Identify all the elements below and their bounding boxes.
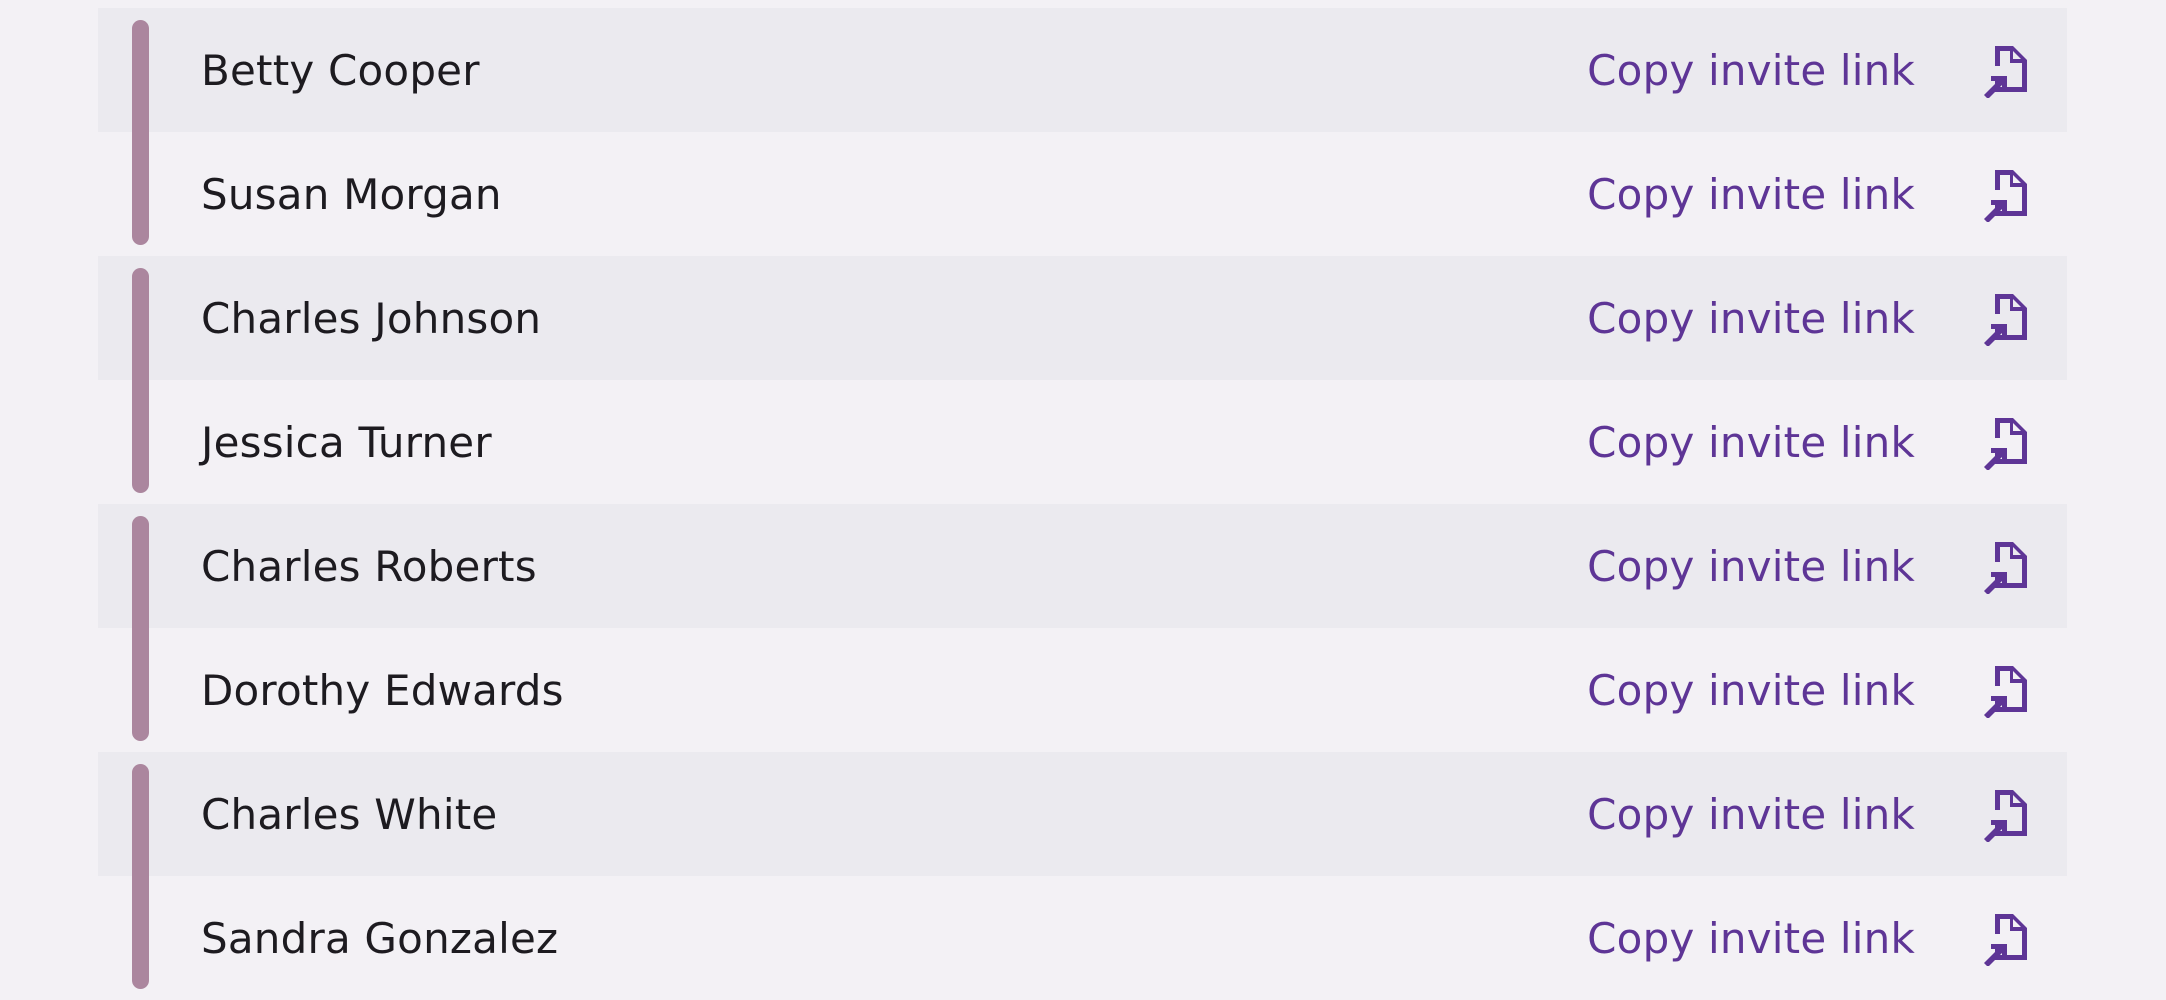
file-link-icon[interactable] <box>1981 42 2033 98</box>
copy-invite-link[interactable]: Copy invite link <box>1587 790 1915 839</box>
file-link-icon[interactable] <box>1981 290 2033 346</box>
copy-invite-link[interactable]: Copy invite link <box>1587 418 1915 467</box>
invitee-name: Charles Johnson <box>201 293 542 343</box>
file-link-icon[interactable] <box>1981 166 2033 222</box>
invitee-name: Betty Cooper <box>201 45 480 95</box>
invitee-name: Sandra Gonzalez <box>201 913 559 963</box>
file-link-icon[interactable] <box>1981 786 2033 842</box>
copy-invite-link[interactable]: Copy invite link <box>1587 46 1915 95</box>
file-link-icon[interactable] <box>1981 538 2033 594</box>
invitee-name: Susan Morgan <box>201 169 502 219</box>
file-link-icon[interactable] <box>1981 910 2033 966</box>
file-link-icon[interactable] <box>1981 414 2033 470</box>
invite-row: Dorothy Edwards Copy invite link <box>98 628 2067 752</box>
invitee-name: Charles White <box>201 789 498 839</box>
invitee-name: Jessica Turner <box>201 417 492 467</box>
invitee-name: Charles Roberts <box>201 541 537 591</box>
invite-row: Susan Morgan Copy invite link <box>98 132 2067 256</box>
copy-invite-link[interactable]: Copy invite link <box>1587 294 1915 343</box>
invite-row: Charles Roberts Copy invite link <box>98 504 2067 741</box>
copy-invite-link[interactable]: Copy invite link <box>1587 666 1915 715</box>
invite-row: Jessica Turner Copy invite link <box>98 380 2067 504</box>
copy-invite-link[interactable]: Copy invite link <box>1587 914 1915 963</box>
invite-row: Charles Johnson Copy invite link <box>98 256 2067 493</box>
invite-row: Charles White Copy invite link <box>98 752 2067 989</box>
invite-list: Betty Cooper Copy invite link Susan Morg… <box>98 8 2067 1000</box>
copy-invite-link[interactable]: Copy invite link <box>1587 170 1915 219</box>
invite-row: Betty Cooper Copy invite link <box>98 8 2067 245</box>
invitee-name: Dorothy Edwards <box>201 665 564 715</box>
file-link-icon[interactable] <box>1981 662 2033 718</box>
invite-row: Sandra Gonzalez Copy invite link <box>98 876 2067 1000</box>
copy-invite-link[interactable]: Copy invite link <box>1587 542 1915 591</box>
